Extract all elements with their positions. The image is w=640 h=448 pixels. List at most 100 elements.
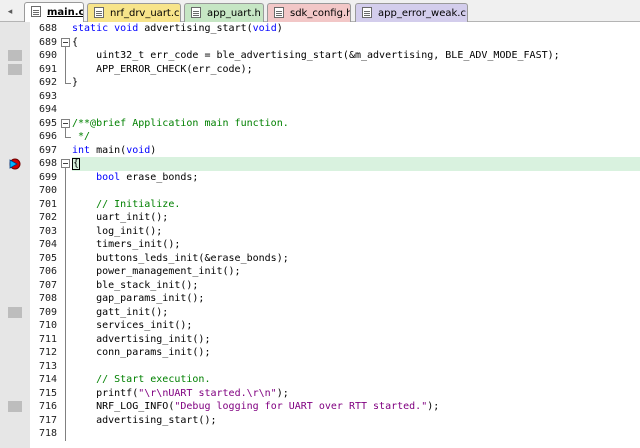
code-line[interactable]: 692}	[0, 76, 640, 90]
fold-guide	[65, 400, 66, 414]
code-line[interactable]: 690 uint32_t err_code = ble_advertising_…	[0, 49, 640, 63]
code-line[interactable]: 707 ble_stack_init();	[0, 278, 640, 293]
code-editor[interactable]: 688 static void advertising_start(void) 68…	[0, 22, 640, 448]
fold-guide	[65, 224, 66, 239]
line-number: 712	[38, 347, 57, 359]
code-text-area[interactable]: advertising_start();	[72, 414, 640, 428]
file-icon	[31, 6, 41, 17]
current-line-highlight[interactable]: {	[72, 157, 640, 171]
code-token: erase_bonds;	[120, 171, 199, 183]
keyword-token: void	[126, 144, 151, 156]
code-line[interactable]: 688 static void advertising_start(void)	[0, 22, 640, 36]
code-text-area[interactable]: /**@brief Application main function.	[72, 117, 640, 131]
code-text-area[interactable]: // Initialize.	[72, 198, 640, 212]
code-line[interactable]: 705 buttons_leds_init(&erase_bonds);	[0, 251, 640, 266]
breakpoint-arrow-icon[interactable]	[9, 158, 21, 170]
code-text-area[interactable]: gap_params_init();	[72, 292, 640, 306]
code-text: conn_params_init();	[72, 346, 210, 360]
code-line[interactable]: 704 timers_init();	[0, 238, 640, 252]
file-icon	[362, 7, 372, 18]
code-line[interactable]: 702 uart_init();	[0, 211, 640, 225]
code-line[interactable]: 709 gatt_init();	[0, 305, 640, 320]
code-text: uart_init();	[72, 211, 168, 225]
code-text: }	[72, 76, 78, 90]
code-line[interactable]: 711 advertising_init();	[0, 332, 640, 347]
code-text-area[interactable]: APP_ERROR_CHECK(err_code);	[72, 63, 640, 77]
code-text-area[interactable]: buttons_leds_init(&erase_bonds);	[72, 252, 640, 266]
line-number: 704	[38, 239, 57, 251]
code-token: uart_init();	[72, 212, 169, 224]
code-lines: 688 static void advertising_start(void) 68…	[0, 22, 640, 441]
code-text: bool erase_bonds;	[72, 171, 198, 185]
code-text-area[interactable]	[72, 90, 640, 104]
code-line[interactable]: 697 int main(void)	[0, 144, 640, 158]
code-text: services_init();	[72, 319, 192, 333]
code-text-area[interactable]: bool erase_bonds;	[72, 171, 640, 185]
code-text: */	[72, 130, 90, 144]
fold-guide	[65, 386, 66, 401]
tab-sdk-config-h[interactable]: sdk_config.h	[267, 3, 351, 22]
fold-toggle-icon[interactable]	[61, 159, 70, 169]
code-text-area[interactable]: conn_params_init();	[72, 346, 640, 360]
code-line[interactable]: 691 APP_ERROR_CHECK(err_code);	[0, 62, 640, 77]
code-line[interactable]: 712 conn_params_init();	[0, 346, 640, 360]
code-line[interactable]: 714 // Start execution.	[0, 373, 640, 387]
code-line[interactable]: 695 /**@brief Application main function.	[0, 117, 640, 131]
code-text-area[interactable]	[72, 427, 640, 441]
tab-label: nrf_drv_uart.c	[110, 8, 180, 19]
code-line[interactable]: 693	[0, 90, 640, 104]
fold-guide	[65, 170, 66, 185]
code-text-area[interactable]: */	[72, 130, 640, 144]
code-text-area[interactable]: }	[72, 76, 640, 90]
code-line[interactable]: 694	[0, 103, 640, 117]
tab-nrf-drv-uart-c[interactable]: nrf_drv_uart.c	[87, 3, 181, 22]
code-line[interactable]: 716 NRF_LOG_INFO("Debug logging for UART…	[0, 400, 640, 414]
code-text-area[interactable]: advertising_init();	[72, 333, 640, 347]
tab-scroll-left-icon[interactable]: ◂	[3, 5, 17, 19]
code-line[interactable]: 703 log_init();	[0, 224, 640, 239]
code-text-area[interactable]: log_init();	[72, 225, 640, 239]
fold-guide	[65, 211, 66, 225]
code-text-area[interactable]: // Start execution.	[72, 373, 640, 387]
code-line[interactable]: 689 {	[0, 36, 640, 50]
tab-app-error-weak-c[interactable]: app_error_weak.c	[355, 3, 468, 22]
fold-guide	[65, 346, 66, 360]
fold-toggle-icon[interactable]	[61, 37, 70, 47]
code-text-area[interactable]: {	[72, 36, 640, 50]
code-line[interactable]: 708 gap_params_init();	[0, 292, 640, 306]
code-text-area[interactable]: int main(void)	[72, 144, 640, 158]
fold-toggle-icon[interactable]	[61, 118, 70, 128]
code-line[interactable]: 701 // Initialize.	[0, 197, 640, 212]
code-text-area[interactable]: uint32_t err_code = ble_advertising_star…	[72, 49, 640, 63]
code-line[interactable]: 698 {	[0, 157, 640, 172]
code-line[interactable]: 713	[0, 359, 640, 374]
code-line[interactable]: 706 power_management_init();	[0, 265, 640, 279]
fold-guide	[65, 305, 66, 320]
code-line[interactable]: 710 services_init();	[0, 319, 640, 333]
line-number: 717	[38, 414, 57, 426]
code-line[interactable]: 700	[0, 184, 640, 198]
code-text-area[interactable]: uart_init();	[72, 211, 640, 225]
fold-guide	[65, 62, 66, 77]
code-line[interactable]: 699 bool erase_bonds;	[0, 170, 640, 185]
tab-app-uart-h[interactable]: app_uart.h	[184, 3, 264, 22]
code-text-area[interactable]: services_init();	[72, 319, 640, 333]
code-text-area[interactable]: timers_init();	[72, 238, 640, 252]
code-text-area[interactable]	[72, 184, 640, 198]
code-text-area[interactable]	[72, 103, 640, 117]
code-line[interactable]: 717 advertising_start();	[0, 413, 640, 428]
code-text-area[interactable]: static void advertising_start(void)	[72, 22, 640, 36]
code-text-area[interactable]: power_management_init();	[72, 265, 640, 279]
code-text: timers_init();	[72, 238, 180, 252]
code-line[interactable]: 715 printf("\r\nUART started.\r\n");	[0, 386, 640, 401]
code-text-area[interactable]: printf("\r\nUART started.\r\n");	[72, 387, 640, 401]
code-text: {	[72, 157, 81, 171]
code-text-area[interactable]: NRF_LOG_INFO("Debug logging for UART ove…	[72, 400, 640, 414]
code-line[interactable]: 718	[0, 427, 640, 441]
code-text-area[interactable]: gatt_init();	[72, 306, 640, 320]
keyword-token: void	[252, 23, 277, 34]
code-text-area[interactable]: ble_stack_init();	[72, 279, 640, 293]
code-text-area[interactable]	[72, 360, 640, 374]
code-line[interactable]: 696 */	[0, 130, 640, 144]
tab-main-c[interactable]: main.c	[24, 2, 84, 22]
